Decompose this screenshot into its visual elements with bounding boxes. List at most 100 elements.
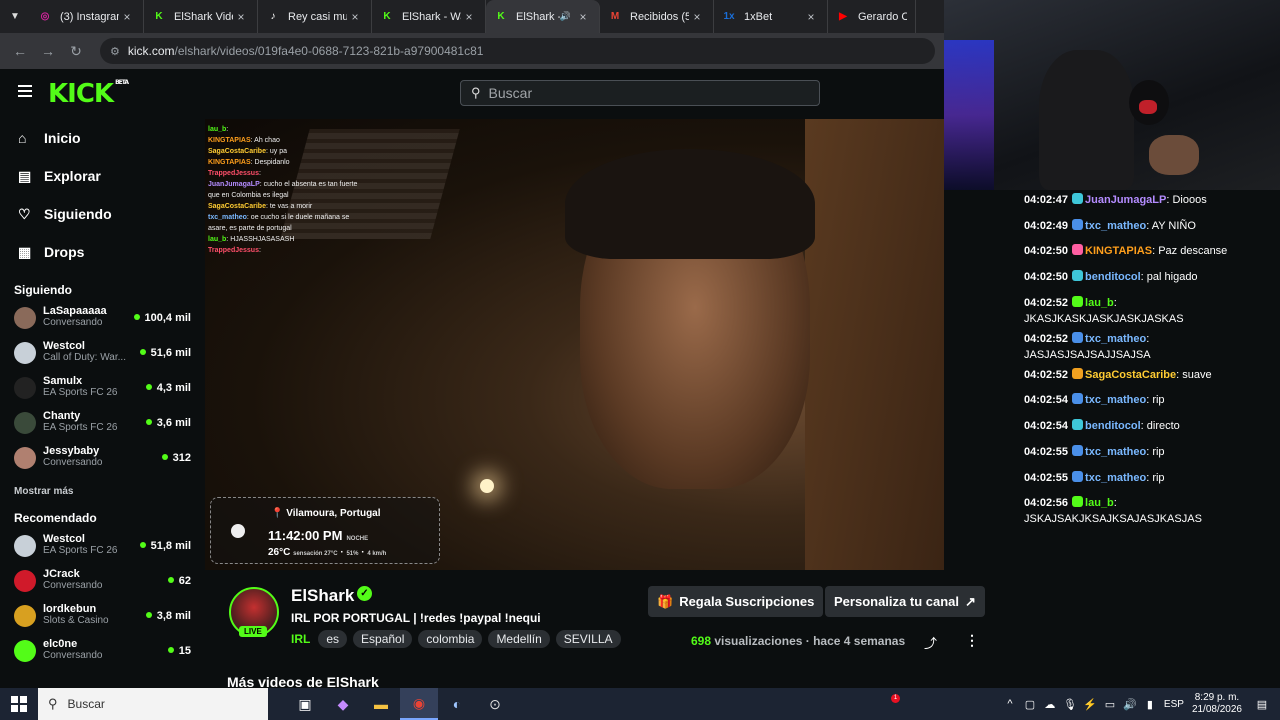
url-field[interactable]: ⚙ kick.com/elshark/videos/019fa4e0-0688-… — [100, 38, 935, 64]
browser-tab[interactable]: K ElShark - Wat× — [372, 0, 486, 33]
notifications-icon[interactable]: ▤ — [1252, 698, 1272, 711]
close-tab-icon[interactable]: × — [461, 10, 477, 24]
audio-icon[interactable]: 🔊 — [560, 11, 571, 22]
browser-tab[interactable]: ♪ Rey casi muer× — [258, 0, 372, 33]
chat-username[interactable]: benditocol — [1085, 420, 1141, 432]
menu-icon[interactable] — [18, 85, 32, 97]
tag-chip[interactable]: SEVILLA — [555, 630, 621, 648]
channel-item[interactable]: JCrack Conversando 62 — [0, 566, 205, 601]
url-path: /elshark/videos/019fa4e0-0688-7123-821b-… — [174, 44, 484, 58]
tag-chip[interactable]: Medellín — [488, 630, 550, 648]
close-tab-icon[interactable]: × — [347, 10, 363, 24]
category-link[interactable]: IRL — [291, 632, 310, 646]
chat-username[interactable]: txc_matheo — [1085, 446, 1146, 458]
chat-time: 04:02:54 — [1024, 394, 1069, 407]
tab-title: ElShark Video — [174, 10, 233, 23]
channel-item[interactable]: Samulx EA Sports FC 26 4,3 mil — [0, 373, 205, 408]
tab-title: Rey casi muer — [288, 10, 347, 23]
overlay-chat-message: lau_b: HJASSHJASASASH — [208, 234, 358, 245]
tab-search-icon[interactable]: ▼ — [0, 0, 30, 33]
tray-app-icon[interactable]: ▢ — [1020, 698, 1040, 711]
overlay-chat-text: uy pa — [269, 148, 287, 155]
overlay-chat-message: SagaCostaCaribe: uy pa — [208, 146, 358, 157]
browser-tab[interactable]: ◎ (3) Instagram × — [30, 0, 144, 33]
microphone-icon[interactable]: 🎙 — [1060, 698, 1080, 711]
browser-tab[interactable]: K ElShark - V🔊 × — [486, 0, 600, 33]
notification-badge: 1 — [891, 694, 900, 703]
browser-tab[interactable]: ▶ Gerardo Coro — [828, 0, 916, 33]
video-player[interactable]: lau_b: KINGTAPIAS: Ah chao SagaCostaCarib… — [205, 119, 944, 570]
gift-icon: 🎁 — [657, 593, 674, 609]
channel-name[interactable]: ElShark — [291, 586, 354, 606]
chat-username[interactable]: JuanJumagaLP — [1085, 194, 1166, 206]
close-tab-icon[interactable]: × — [803, 10, 819, 24]
clock[interactable]: 8:29 p. m. 21/08/2026 — [1192, 692, 1242, 716]
chat-username[interactable]: KINGTAPIAS — [1085, 245, 1152, 257]
chat-username[interactable]: lau_b — [1085, 297, 1114, 309]
sidebar-nav-inicio[interactable]: ⌂ Inicio — [0, 119, 205, 157]
tray-cloud-icon[interactable]: ☁ — [1040, 698, 1060, 711]
video-info: LIVE ElShark ✓ IRL POR PORTUGAL | !redes… — [205, 570, 1008, 690]
kick-logo[interactable]: KICK BETA — [48, 79, 129, 109]
channel-item[interactable]: Westcol Call of Duty: War... 51,6 mil — [0, 338, 205, 373]
copilot-icon[interactable]: ◆ — [324, 688, 362, 720]
close-tab-icon[interactable]: × — [119, 10, 135, 24]
file-explorer-icon[interactable]: ▬ — [362, 688, 400, 720]
user-badge-icon — [1072, 331, 1084, 343]
channel-item[interactable]: Chanty EA Sports FC 26 3,6 mil — [0, 408, 205, 443]
tray-chevron-icon[interactable]: ^ — [1000, 698, 1020, 710]
close-tab-icon[interactable]: × — [575, 10, 591, 24]
chat-username[interactable]: lau_b — [1085, 497, 1114, 509]
user-badge-icon — [1072, 295, 1084, 307]
sidebar-nav-explorar[interactable]: ▤ Explorar — [0, 157, 205, 195]
share-icon[interactable]: ⤴ — [924, 633, 937, 652]
recommended-heading: Recomendado — [14, 511, 97, 525]
channel-item[interactable]: lordkebun Slots & Casino 3,8 mil — [0, 601, 205, 636]
app-icon[interactable]: ⊙ — [476, 688, 514, 720]
volume-icon[interactable]: 🔊 — [1120, 698, 1140, 711]
chrome-icon[interactable]: ◉ — [400, 688, 438, 720]
tag-chip[interactable]: colombia — [418, 630, 483, 648]
language-indicator[interactable]: ESP — [1164, 699, 1184, 710]
channel-item[interactable]: Jessybaby Conversando 312 — [0, 443, 205, 478]
site-info-icon[interactable]: ⚙ — [110, 45, 120, 58]
close-tab-icon[interactable]: × — [689, 10, 705, 24]
chat-username[interactable]: benditocol — [1085, 271, 1141, 283]
address-bar-row: ← → ↻ ⚙ kick.com/elshark/videos/019fa4e0… — [0, 33, 944, 69]
tab-title: (3) Instagram — [60, 10, 119, 23]
steam-icon[interactable]: ◐ — [438, 688, 476, 720]
tag-chip[interactable]: es — [318, 630, 348, 648]
chat-text: JSKAJSAKJKSAJKSAJASJKASJAS — [1024, 513, 1202, 526]
show-more-link[interactable]: Mostrar más — [0, 478, 205, 505]
browser-tab[interactable]: 1x 1xBet × — [714, 0, 828, 33]
chat-username[interactable]: txc_matheo — [1085, 333, 1146, 345]
close-tab-icon[interactable]: × — [233, 10, 249, 24]
windows-start-icon[interactable] — [0, 688, 38, 720]
viewer-count: 4,3 mil — [146, 382, 191, 394]
channel-item[interactable]: LaSapaaaaa Conversando 100,4 mil — [0, 303, 205, 338]
network-icon[interactable]: ▭ — [1100, 698, 1120, 711]
channel-item[interactable]: elc0ne Conversando 15 — [0, 636, 205, 671]
taskbar-search[interactable]: ⚲ Buscar — [38, 688, 268, 720]
sidebar-nav-drops[interactable]: ▦ Drops — [0, 233, 205, 271]
more-options-icon[interactable]: ⋮ — [965, 632, 979, 649]
customize-channel-button[interactable]: Personaliza tu canal ↗ — [825, 586, 985, 617]
tag-chip[interactable]: Español — [353, 630, 413, 648]
search-input[interactable]: ⚲ Buscar — [460, 80, 820, 106]
usb-icon[interactable]: ⚡ — [1080, 698, 1100, 711]
channel-item[interactable]: Westcol EA Sports FC 26 51,8 mil — [0, 531, 205, 566]
sidebar-nav-siguiendo[interactable]: ♡ Siguiendo — [0, 195, 205, 233]
chat-username[interactable]: txc_matheo — [1085, 472, 1146, 484]
gift-subs-button[interactable]: 🎁 Regala Suscripciones — [648, 586, 824, 617]
chat-panel: 04:02:47 JuanJumagaLP: Diooos 04:02:49 txc_… — [1008, 190, 1280, 690]
chat-username[interactable]: SagaCostaCaribe — [1085, 369, 1176, 381]
browser-tab[interactable]: M Recibidos (5,6× — [600, 0, 714, 33]
forward-icon[interactable]: → — [34, 43, 62, 59]
back-icon[interactable]: ← — [6, 43, 34, 59]
browser-tab[interactable]: K ElShark Video× — [144, 0, 258, 33]
chat-username[interactable]: txc_matheo — [1085, 220, 1146, 232]
reload-icon[interactable]: ↻ — [62, 43, 90, 60]
battery-icon[interactable]: ▮ — [1140, 698, 1160, 711]
task-view-icon[interactable]: ▣ — [286, 688, 324, 720]
chat-username[interactable]: txc_matheo — [1085, 394, 1146, 406]
